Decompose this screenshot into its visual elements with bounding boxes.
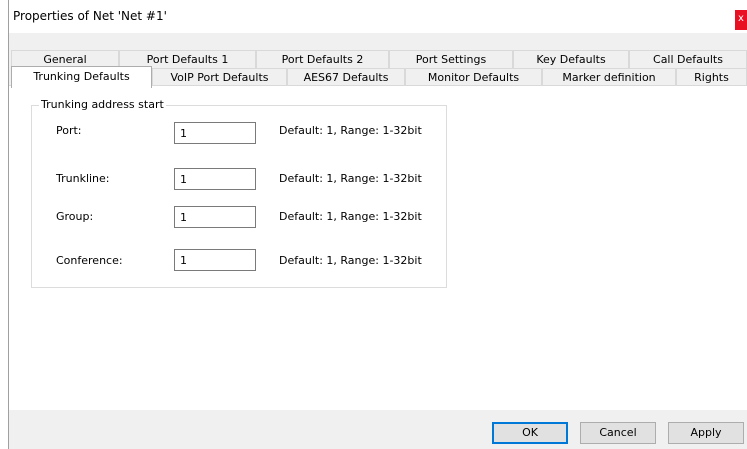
tab-aes67-defaults[interactable]: AES67 Defaults: [287, 68, 405, 86]
tab-port-defaults-2[interactable]: Port Defaults 2: [256, 50, 389, 68]
cancel-button[interactable]: Cancel: [580, 422, 656, 444]
tab-panel: Trunking address start Port: Default: 1,…: [9, 85, 747, 410]
tab-monitor-defaults[interactable]: Monitor Defaults: [405, 68, 542, 86]
trunkline-input[interactable]: [174, 168, 256, 190]
trunkline-label: Trunkline:: [56, 172, 110, 185]
tab-voip-port-defaults[interactable]: VoIP Port Defaults: [152, 68, 287, 86]
close-button[interactable]: x: [735, 10, 747, 30]
tab-port-settings[interactable]: Port Settings: [389, 50, 513, 68]
conference-hint: Default: 1, Range: 1-32bit: [279, 254, 422, 267]
title-bar[interactable]: Properties of Net 'Net #1' x: [9, 0, 747, 34]
ok-button[interactable]: OK: [492, 422, 568, 444]
conference-label: Conference:: [56, 254, 123, 267]
group-hint: Default: 1, Range: 1-32bit: [279, 210, 422, 223]
tab-row-2: Trunking Defaults VoIP Port Defaults AES…: [9, 66, 747, 88]
dialog-footer: OK Cancel Apply: [9, 410, 747, 449]
port-hint: Default: 1, Range: 1-32bit: [279, 124, 422, 137]
tab-trunking-defaults[interactable]: Trunking Defaults: [11, 66, 152, 88]
conference-input[interactable]: [174, 249, 256, 271]
close-icon: x: [738, 13, 744, 24]
group-title: Trunking address start: [39, 98, 166, 111]
port-input[interactable]: [174, 122, 256, 144]
group-label: Group:: [56, 210, 94, 223]
window-title: Properties of Net 'Net #1': [13, 9, 167, 23]
port-label: Port:: [56, 124, 82, 137]
properties-dialog: Properties of Net 'Net #1' x General Por…: [8, 0, 747, 449]
tab-call-defaults[interactable]: Call Defaults: [629, 50, 747, 68]
group-input[interactable]: [174, 206, 256, 228]
tab-key-defaults[interactable]: Key Defaults: [513, 50, 629, 68]
apply-button[interactable]: Apply: [668, 422, 744, 444]
tab-rights[interactable]: Rights: [676, 68, 747, 86]
tab-marker-definition[interactable]: Marker definition: [542, 68, 676, 86]
trunkline-hint: Default: 1, Range: 1-32bit: [279, 172, 422, 185]
